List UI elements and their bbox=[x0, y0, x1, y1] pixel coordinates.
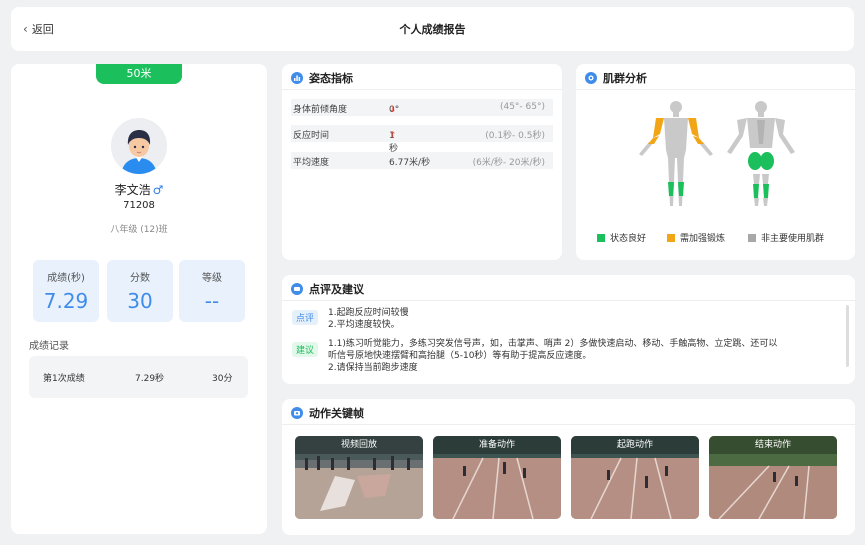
comment-title-text: 点评及建议 bbox=[309, 283, 364, 296]
frame-label: 视频回放 bbox=[295, 436, 423, 454]
stat-value: -- bbox=[204, 289, 220, 313]
record-time: 7.29秒 bbox=[135, 374, 165, 384]
divider bbox=[282, 300, 855, 301]
records-title: 成绩记录 bbox=[29, 341, 69, 352]
body-front-figure bbox=[639, 101, 713, 206]
frame-label: 准备动作 bbox=[433, 436, 561, 454]
metric-label: 平均速度 bbox=[293, 158, 330, 168]
metric-label: 身体前倾角度 bbox=[293, 105, 348, 115]
student-name-row: 李文浩 ♂ bbox=[11, 181, 267, 198]
metric-range: (6米/秒- 20米/秒) bbox=[472, 158, 545, 168]
muscle-title-text: 肌群分析 bbox=[603, 72, 647, 85]
frame-start[interactable]: 起跑动作 bbox=[571, 436, 699, 519]
stat-grade: 等级 -- bbox=[179, 260, 245, 322]
legend-label: 非主要使用肌群 bbox=[761, 234, 825, 244]
divider bbox=[282, 89, 562, 90]
profile-card: 50米 李文浩 ♂ 71208 八年级 (12)班 成绩(秒) 7.29 分数 3… bbox=[11, 64, 267, 534]
frame-video-replay[interactable]: 视频回放 bbox=[295, 436, 423, 519]
comment-icon bbox=[291, 283, 303, 295]
metric-range: (0.1秒- 0.5秒) bbox=[485, 131, 545, 141]
stat-time: 成绩(秒) 7.29 bbox=[33, 260, 99, 322]
arrow-down-icon: ↓ bbox=[389, 105, 397, 115]
avatar bbox=[111, 118, 167, 174]
student-id: 71208 bbox=[123, 200, 155, 211]
stat-label: 成绩(秒) bbox=[47, 273, 85, 284]
keyframes-card: 动作关键帧 视频回放 准备动作 起跑动作 结束动作 bbox=[282, 399, 855, 535]
keyframes-title-text: 动作关键帧 bbox=[309, 407, 364, 420]
muscle-card: 肌群分析 状态良好 需加强锻炼 非主要使用肌群 bbox=[576, 64, 855, 260]
metric-label: 反应时间 bbox=[293, 131, 330, 141]
avatar-icon bbox=[111, 118, 167, 174]
metric-row: 反应时间 1秒 ↑ (0.1秒- 0.5秒) bbox=[291, 125, 553, 154]
student-name: 李文浩 bbox=[114, 183, 151, 197]
legend-swatch bbox=[748, 233, 756, 242]
stat-label: 分数 bbox=[130, 273, 150, 284]
comment-title: 点评及建议 bbox=[291, 281, 364, 297]
stat-label: 等级 bbox=[202, 273, 222, 284]
keyframes-title: 动作关键帧 bbox=[291, 405, 364, 421]
divider bbox=[576, 89, 855, 90]
record-row[interactable]: 第1次成绩 7.29秒 30分 bbox=[29, 356, 248, 398]
legend-label: 需加强锻炼 bbox=[680, 234, 726, 244]
frame-finish[interactable]: 结束动作 bbox=[709, 436, 837, 519]
male-icon: ♂ bbox=[152, 183, 164, 197]
posture-title: 姿态指标 bbox=[291, 70, 353, 86]
metric-row: 身体前倾角度 0° ↓ (45°- 65°) bbox=[291, 99, 553, 116]
chart-icon bbox=[291, 72, 303, 84]
metric-range: (45°- 65°) bbox=[499, 102, 545, 112]
legend-unused: 非主要使用肌群 bbox=[748, 231, 824, 244]
page-title: 个人成绩报告 bbox=[399, 23, 466, 36]
posture-card: 姿态指标 身体前倾角度 0° ↓ (45°- 65°) 反应时间 1秒 ↑ (0… bbox=[282, 64, 562, 260]
camera-icon bbox=[291, 407, 303, 419]
stat-value: 7.29 bbox=[43, 289, 89, 313]
frame-ready[interactable]: 准备动作 bbox=[433, 436, 561, 519]
class-name: 八年级 (12)班 bbox=[110, 225, 168, 235]
muscle-icon bbox=[585, 72, 597, 84]
advice-tag: 建议 bbox=[292, 342, 319, 357]
legend-good: 状态良好 bbox=[597, 231, 646, 244]
legend-swatch bbox=[597, 233, 605, 242]
advice-text: 1.1)练习听觉能力，多练习突发信号声，如，击掌声、哨声 2）多做快速启动、移动… bbox=[328, 339, 778, 373]
stat-value: 30 bbox=[127, 289, 153, 313]
scrollbar[interactable] bbox=[846, 305, 849, 367]
metric-value: 6.77米/秒 bbox=[389, 158, 431, 168]
posture-title-text: 姿态指标 bbox=[309, 72, 353, 85]
review-text: 1.起跑反应时间较慢 2.平均速度较快。 bbox=[328, 308, 409, 330]
muscle-title: 肌群分析 bbox=[585, 70, 647, 86]
divider bbox=[282, 424, 855, 425]
frame-label: 结束动作 bbox=[709, 436, 837, 454]
header-bar: ‹ 返回 个人成绩报告 bbox=[11, 7, 854, 51]
body-back-figure bbox=[727, 101, 795, 206]
legend-needs-work: 需加强锻炼 bbox=[667, 231, 725, 244]
record-attempt: 第1次成绩 bbox=[43, 374, 85, 384]
frame-label: 起跑动作 bbox=[571, 436, 699, 454]
legend-label: 状态良好 bbox=[610, 234, 647, 244]
record-score: 30分 bbox=[212, 374, 233, 384]
review-tag: 点评 bbox=[292, 310, 319, 325]
arrow-up-icon: ↑ bbox=[389, 131, 397, 141]
stat-score: 分数 30 bbox=[107, 260, 173, 322]
metric-row: 平均速度 6.77米/秒 (6米/秒- 20米/秒) bbox=[291, 152, 553, 169]
comment-card: 点评及建议 点评 1.起跑反应时间较慢 2.平均速度较快。 建议 1.1)练习听… bbox=[282, 275, 855, 384]
legend-swatch bbox=[667, 233, 675, 242]
distance-tag: 50米 bbox=[96, 64, 182, 84]
